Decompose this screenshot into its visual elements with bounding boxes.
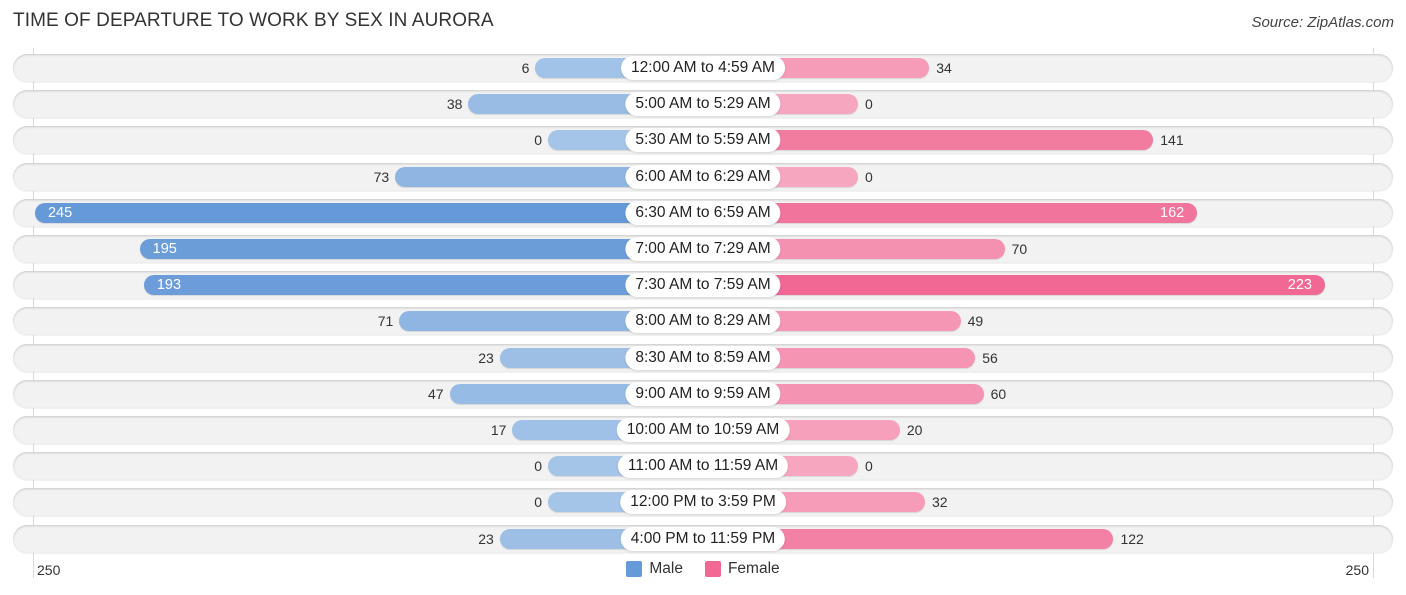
female-value-label: 70 [1011, 241, 1028, 257]
category-label: 5:30 AM to 5:59 AM [625, 128, 781, 153]
male-value-label: 0 [534, 494, 542, 511]
female-value-label: 122 [1120, 530, 1144, 547]
female-bar[interactable] [703, 275, 1325, 296]
male-value-label: 23 [478, 349, 494, 366]
category-label: 4:00 PM to 11:59 PM [620, 526, 786, 551]
male-value-label: 0 [534, 132, 542, 149]
male-bar[interactable] [143, 275, 703, 296]
male-value-label: 17 [490, 422, 507, 438]
female-value-label: 34 [936, 60, 952, 76]
female-value-label: 56 [982, 349, 998, 366]
category-label: 12:00 PM to 3:59 PM [620, 490, 786, 515]
male-bar[interactable] [34, 202, 703, 223]
male-value-label: 38 [446, 96, 463, 113]
category-label: 6:00 AM to 6:29 AM [625, 164, 781, 189]
female-value-label: 162 [1160, 204, 1185, 221]
female-value-label: 32 [932, 494, 948, 511]
male-value-label: 71 [377, 313, 394, 330]
category-label: 11:00 AM to 11:59 AM [617, 454, 789, 479]
female-value-label: 141 [1160, 132, 1184, 149]
male-swatch-icon [626, 561, 643, 577]
male-value-label: 195 [152, 241, 177, 257]
category-label: 6:30 AM to 6:59 AM [625, 200, 781, 225]
male-value-label: 47 [428, 385, 444, 402]
source-label: Source: ZipAtlas.com [1251, 14, 1394, 31]
male-value-label: 6 [521, 60, 530, 76]
category-label: 10:00 AM to 10:59 AM [616, 418, 790, 442]
male-bar[interactable] [139, 239, 703, 259]
category-label: 9:00 AM to 9:59 AM [625, 381, 781, 406]
male-value-label: 23 [478, 530, 494, 547]
female-value-label: 0 [865, 168, 873, 185]
female-value-label: 223 [1287, 277, 1312, 294]
female-value-label: 0 [865, 96, 873, 113]
male-value-label: 0 [534, 458, 542, 475]
legend-item-male[interactable]: Male [626, 560, 683, 578]
legend-item-female[interactable]: Female [704, 560, 780, 578]
category-label: 7:30 AM to 7:59 AM [625, 273, 781, 298]
category-label: 8:30 AM to 8:59 AM [625, 345, 781, 370]
chart-title: TIME OF DEPARTURE TO WORK BY SEX IN AURO… [13, 10, 494, 31]
category-label: 8:00 AM to 8:29 AM [625, 309, 781, 334]
legend-label-female: Female [727, 560, 780, 577]
male-value-label: 73 [373, 168, 390, 185]
legend: Male Female [0, 560, 1406, 578]
male-value-label: 245 [47, 204, 73, 221]
category-label: 7:00 AM to 7:29 AM [625, 237, 781, 261]
female-value-label: 49 [967, 313, 984, 330]
female-value-label: 0 [865, 458, 873, 475]
female-value-label: 60 [990, 385, 1007, 402]
female-swatch-icon [704, 561, 721, 577]
male-value-label: 193 [156, 277, 182, 294]
female-value-label: 20 [906, 422, 923, 438]
category-label: 5:00 AM to 5:29 AM [625, 92, 781, 117]
category-label: 12:00 AM to 4:59 AM [621, 56, 785, 80]
legend-label-male: Male [649, 560, 683, 577]
